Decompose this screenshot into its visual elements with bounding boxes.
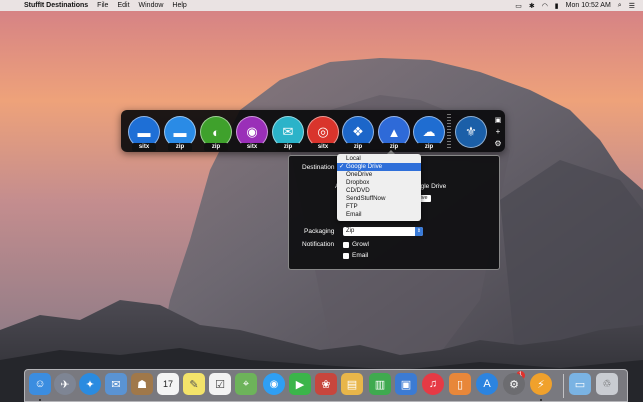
format-badge: sitx: [311, 143, 335, 151]
notes-icon[interactable]: ✎: [183, 373, 205, 395]
email-label: Email: [352, 252, 369, 259]
keynote-icon[interactable]: ▤: [341, 373, 363, 395]
calendar-icon[interactable]: 17: [157, 373, 179, 395]
stuffit-icon[interactable]: ⚡: [530, 373, 552, 395]
dropdown-option-cd-dvd[interactable]: CD/DVD: [337, 187, 421, 195]
growl-label: Growl: [352, 241, 369, 248]
wifi-icon[interactable]: ◠: [542, 2, 548, 10]
menu-window[interactable]: Window: [139, 2, 164, 9]
desktop: StuffIt Destinations File Edit Window He…: [0, 0, 643, 402]
dropdown-option-dropbox[interactable]: Dropbox: [337, 179, 421, 187]
app-store-icon[interactable]: A: [476, 373, 498, 395]
destination-cd-dvd[interactable]: ◎ sitx: [307, 116, 339, 151]
destination-purple[interactable]: ◉ sitx: [236, 116, 268, 151]
stuffit-status-icon[interactable]: ▭: [515, 2, 522, 10]
presentation-icon[interactable]: ▣: [395, 373, 417, 395]
menu-help[interactable]: Help: [172, 2, 186, 9]
running-indicator: [39, 399, 41, 401]
format-badge: zip: [276, 143, 300, 151]
notification-center-icon[interactable]: ☰: [629, 2, 635, 10]
packaging-value: Zip: [346, 228, 355, 234]
finder-icon[interactable]: ☺: [29, 373, 51, 395]
numbers-icon[interactable]: ▥: [369, 373, 391, 395]
menu-file[interactable]: File: [97, 2, 108, 9]
messages-icon[interactable]: ◉: [263, 373, 285, 395]
destination-green[interactable]: ◐ zip: [200, 116, 232, 151]
sendstuffnow-icon: ⚜: [455, 116, 487, 148]
reminders-icon[interactable]: ☑: [209, 373, 231, 395]
facetime-icon[interactable]: ▶: [289, 373, 311, 395]
dropdown-option-onedrive[interactable]: OneDrive: [337, 171, 421, 179]
lock-icon[interactable]: ▣: [495, 116, 502, 124]
downloads-folder-icon[interactable]: ▭: [569, 373, 591, 395]
destination-email[interactable]: ✉ zip: [272, 116, 304, 151]
destination-dropbox[interactable]: ❖ zip: [342, 116, 374, 151]
growl-checkbox-row[interactable]: Growl: [343, 241, 369, 248]
destinations-bar: ▬ sitx ▬ zip ◐ zip ◉ sitx ✉ zip ◎ sitx ❖…: [121, 110, 505, 152]
gear-icon[interactable]: ⚙: [494, 139, 501, 148]
chevron-updown-icon: ⇕: [415, 227, 423, 236]
running-indicator: [540, 399, 542, 401]
format-badge: zip: [168, 143, 192, 151]
destination-label: Destination: [302, 164, 335, 171]
menu-clock[interactable]: Mon 10:52 AM: [566, 2, 611, 9]
photo-booth-icon[interactable]: ❀: [315, 373, 337, 395]
email-checkbox[interactable]: [343, 252, 349, 259]
launchpad-icon[interactable]: ✈: [54, 373, 76, 395]
bluetooth-icon[interactable]: ✱: [529, 2, 535, 10]
bar-controls: ▣ + ⚙: [493, 116, 503, 148]
format-badge: zip: [346, 143, 370, 151]
menu-bar: StuffIt Destinations File Edit Window He…: [0, 0, 643, 11]
dropdown-option-email[interactable]: Email: [337, 211, 421, 219]
destination-sendstuffnow[interactable]: ⚜: [455, 116, 487, 148]
email-checkbox-row[interactable]: Email: [343, 252, 368, 259]
plus-icon[interactable]: +: [496, 127, 501, 136]
ibooks-icon[interactable]: ▯: [449, 373, 471, 395]
dropdown-option-google-drive[interactable]: ✓ Google Drive: [337, 163, 421, 171]
system-preferences-icon[interactable]: ⚙: [503, 373, 525, 395]
mail-app-icon[interactable]: ✉: [105, 373, 127, 395]
safari-icon[interactable]: ✦: [79, 373, 101, 395]
checkmark-icon: ✓: [339, 163, 345, 170]
maps-icon[interactable]: ⌖: [235, 373, 257, 395]
contacts-icon[interactable]: ☗: [131, 373, 153, 395]
destination-dropdown: Local ✓ Google Drive OneDrive Dropbox CD/…: [337, 154, 421, 221]
dock: ☺ ✈ ✦ ✉ ☗ 17 ✎ ☑ ⌖ ◉ ▶ ❀ ▤ ▥ ▣ ♫ ▯ A 1 ⚙…: [24, 369, 628, 402]
format-badge: sitx: [240, 143, 264, 151]
format-badge: zip: [417, 143, 441, 151]
music-icon[interactable]: ♫: [422, 373, 444, 395]
format-badge: sitx: [132, 143, 156, 151]
bar-divider: [447, 114, 451, 148]
dropdown-option-local[interactable]: Local: [337, 155, 421, 163]
destination-local-sitx[interactable]: ▬ sitx: [128, 116, 160, 151]
notification-label: Notification: [302, 241, 335, 248]
trash-icon[interactable]: ♲: [596, 373, 618, 395]
packaging-label: Packaging: [304, 228, 335, 235]
destination-google-drive[interactable]: ▲ zip: [378, 116, 410, 151]
growl-checkbox[interactable]: [343, 241, 349, 248]
dropdown-option-sendstuffnow[interactable]: SendStuffNow: [337, 195, 421, 203]
format-badge: zip: [204, 143, 228, 151]
obscured-destination-name: ogle Drive: [417, 183, 447, 190]
app-menu[interactable]: StuffIt Destinations: [24, 2, 88, 9]
destination-local-zip[interactable]: ▬ zip: [164, 116, 196, 151]
battery-icon[interactable]: ▮: [555, 2, 559, 10]
dropdown-option-ftp[interactable]: FTP: [337, 203, 421, 211]
destination-onedrive[interactable]: ☁ zip: [413, 116, 445, 151]
spotlight-icon[interactable]: ⌕: [618, 2, 622, 10]
packaging-select[interactable]: Zip ⇕: [343, 227, 423, 236]
menu-edit[interactable]: Edit: [117, 2, 129, 9]
dock-separator: [563, 374, 564, 398]
